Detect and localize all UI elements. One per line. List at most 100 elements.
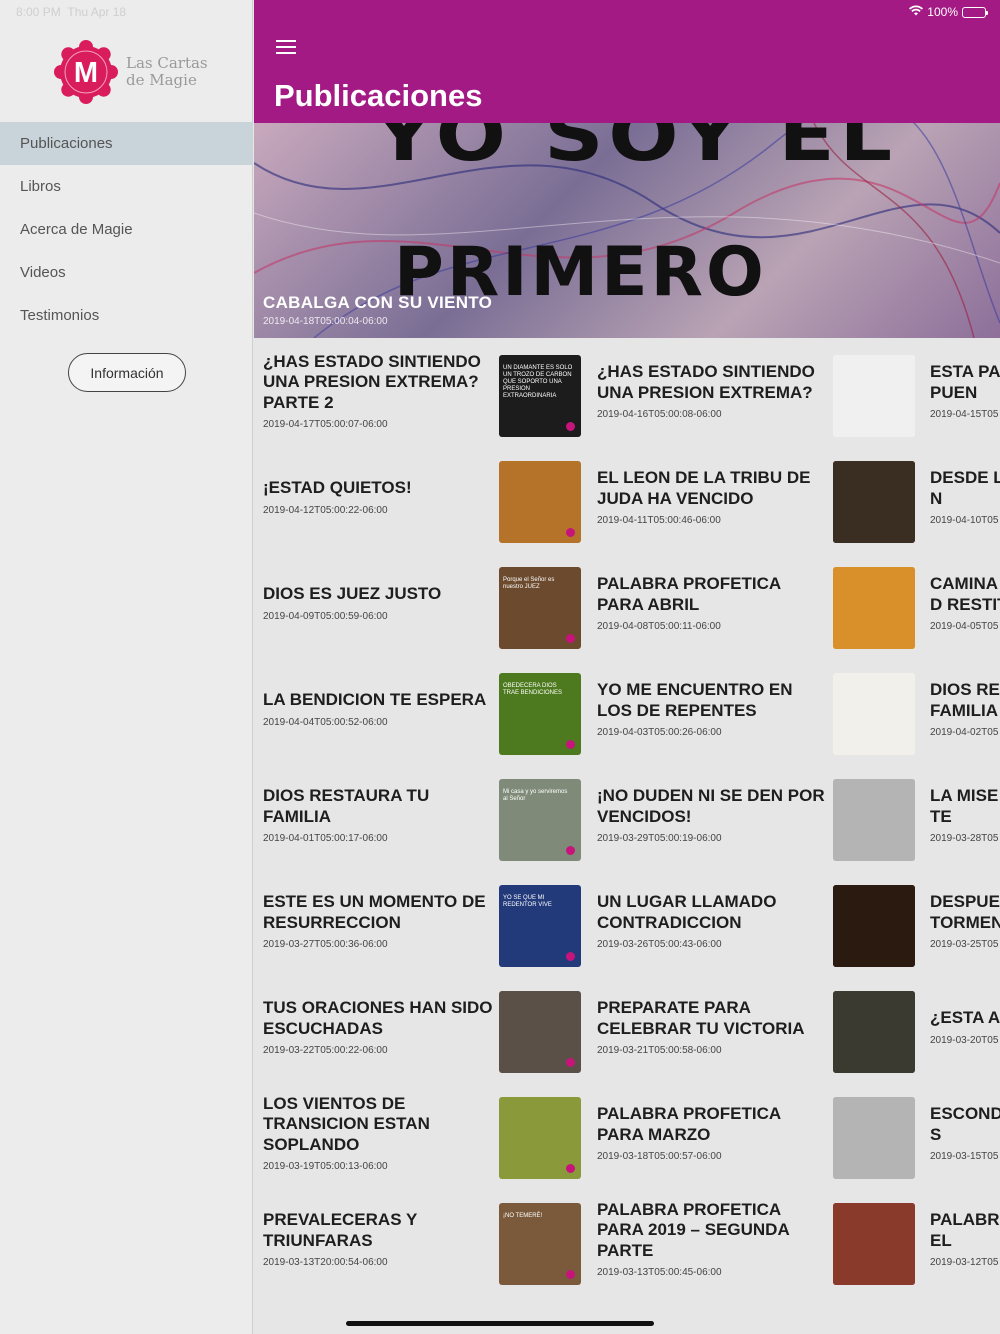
sidebar-item-publicaciones[interactable]: Publicaciones (0, 122, 253, 165)
post-date: 2019-04-15T05 (930, 409, 999, 420)
post-thumbnail[interactable]: OBEDECERA DIOS TRAE BENDICIONES (499, 673, 581, 755)
post-text: ESTA PA EL PUEN 2019-04-15T05 (930, 338, 1000, 444)
info-button[interactable]: Información (68, 353, 186, 392)
post-thumbnail[interactable]: UN DIAMANTE ES SOLO UN TROZO DE CARBON Q… (499, 355, 581, 437)
post-date: 2019-03-21T05:00:58-06:00 (597, 1045, 722, 1056)
post-text: DESDE L HACIA N 2019-04-10T05 (930, 444, 1000, 550)
post-title: PALABRA PROFETICA PARA MARZO (597, 1104, 781, 1144)
home-indicator (346, 1321, 654, 1326)
post-date: 2019-04-02T05 (930, 727, 999, 738)
post-thumbnail[interactable]: Porque el Señor es nuestro JUEZ (499, 567, 581, 649)
post-text: LOS VIENTOS DE TRANSICION ESTAN SOPLANDO… (263, 1080, 493, 1186)
post-thumbnail[interactable] (499, 1097, 581, 1179)
post-card[interactable]: ¡NO TEMERÉ! PREVALECERAS Y TRIUNFARAS 2019… (254, 1186, 588, 1292)
post-thumbnail[interactable] (833, 885, 915, 967)
post-title: LA BENDICION TE ESPERA (263, 690, 487, 710)
post-thumbnail[interactable]: Mi casa y yo serviremos al Señor (499, 779, 581, 861)
post-card[interactable]: CAMINA LUGAR D RESTITU 2019-04-05T05 (833, 550, 1000, 656)
post-thumbnail[interactable] (833, 991, 915, 1073)
sidebar-item-videos[interactable]: Videos (0, 251, 253, 294)
thumbnail-caption: ¡NO TEMERÉ! (503, 1213, 543, 1219)
post-title: DIOS RESTAURA TU FAMILIA (263, 786, 430, 826)
post-row: UN DIAMANTE ES SOLO UN TROZO DE CARBON Q… (254, 338, 1000, 444)
magie-badge-icon (566, 1164, 575, 1173)
thumbnail-caption: UN DIAMANTE ES SOLO UN TROZO DE CARBON Q… (503, 365, 573, 399)
post-card[interactable]: LA MISE DIOS TE 2019-03-28T05 (833, 762, 1000, 868)
post-card[interactable]: PALABR PARA EL 2019-03-12T05 (833, 1186, 1000, 1292)
post-card[interactable]: TUS ORACIONES HAN SIDO ESCUCHADAS 2019-03… (254, 974, 588, 1080)
post-card[interactable]: UN DIAMANTE ES SOLO UN TROZO DE CARBON Q… (254, 338, 588, 444)
main-content: Publicaciones YO SOY EL PRIMERO CABALGA … (254, 0, 1000, 1334)
post-row: LOS VIENTOS DE TRANSICION ESTAN SOPLANDO… (254, 1080, 1000, 1186)
post-row: ¡ESTAD QUIETOS! 2019-04-12T05:00:22-06:00… (254, 444, 1000, 550)
post-date: 2019-03-26T05:00:43-06:00 (597, 939, 722, 950)
post-thumbnail[interactable]: ¡NO TEMERÉ! (499, 1203, 581, 1285)
featured-post[interactable]: YO SOY EL PRIMERO CABALGA CON SU VIENTO … (254, 123, 1000, 338)
post-card[interactable]: LOS VIENTOS DE TRANSICION ESTAN SOPLANDO… (254, 1080, 588, 1186)
post-date: 2019-04-03T05:00:26-06:00 (597, 727, 722, 738)
post-text: UN LUGAR LLAMADO CONTRADICCION 2019-03-26… (597, 868, 827, 974)
post-title: YO ME ENCUENTRO EN LOS DE REPENTES (597, 680, 793, 720)
sidebar-item-testimonios[interactable]: Testimonios (0, 294, 253, 337)
post-card[interactable]: Porque el Señor es nuestro JUEZ DIOS ES J… (254, 550, 588, 656)
post-date: 2019-04-04T05:00:52-06:00 (263, 716, 388, 728)
post-row: OBEDECERA DIOS TRAE BENDICIONES LA BENDIC… (254, 656, 1000, 762)
svg-text:M: M (74, 57, 98, 89)
post-text: TUS ORACIONES HAN SIDO ESCUCHADAS 2019-03… (263, 974, 493, 1080)
post-date: 2019-04-08T05:00:11-06:00 (597, 621, 721, 632)
sidebar-item-libros[interactable]: Libros (0, 165, 253, 208)
thumbnail-caption: OBEDECERA DIOS TRAE BENDICIONES (503, 683, 563, 696)
post-date: 2019-04-16T05:00:08-06:00 (597, 409, 722, 420)
post-card[interactable]: OBEDECERA DIOS TRAE BENDICIONES LA BENDIC… (254, 656, 588, 762)
wifi-icon (909, 5, 924, 19)
battery-label: 100% (927, 5, 958, 19)
app-logo[interactable]: M Las Cartas de Magie (54, 40, 208, 104)
post-title: ESCOND LUGAR S (930, 1104, 1000, 1144)
status-time: 8:00 PM Thu Apr 18 (16, 5, 127, 19)
post-thumbnail[interactable] (833, 355, 915, 437)
post-thumbnail[interactable] (833, 461, 915, 543)
post-card[interactable]: ESTA PA EL PUEN 2019-04-15T05 (833, 338, 1000, 444)
post-text: ESCOND LUGAR S 2019-03-15T05 (930, 1080, 1000, 1186)
post-row: YO SE QUE MI REDENTOR VIVE ESTE ES UN MOM… (254, 868, 1000, 974)
post-card[interactable]: DIOS RE FAMILIA 2019-04-02T05 (833, 656, 1000, 762)
post-title: DESPUE TORMEN CALMA (930, 892, 1000, 932)
post-thumbnail[interactable] (499, 461, 581, 543)
thumbnail-caption: YO SE QUE MI REDENTOR VIVE (503, 895, 552, 908)
post-title: UN LUGAR LLAMADO CONTRADICCION (597, 892, 777, 932)
post-card[interactable]: Mi casa y yo serviremos al Señor DIOS RES… (254, 762, 588, 868)
post-card[interactable]: ESCOND LUGAR S 2019-03-15T05 (833, 1080, 1000, 1186)
magie-badge-icon (566, 422, 575, 431)
post-text: ¡ESTAD QUIETOS! 2019-04-12T05:00:22-06:00 (263, 444, 493, 550)
post-text: PALABRA PROFETICA PARA ABRIL 2019-04-08T0… (597, 550, 827, 656)
post-card[interactable]: DESDE L HACIA N 2019-04-10T05 (833, 444, 1000, 550)
post-title: ¡ESTAD QUIETOS! (263, 478, 412, 498)
post-thumbnail[interactable] (833, 1203, 915, 1285)
post-card[interactable]: ¿ESTA A TU COR 2019-03-20T05 (833, 974, 1000, 1080)
magie-badge-icon (566, 952, 575, 961)
post-card[interactable]: DESPUE TORMEN CALMA 2019-03-25T05 (833, 868, 1000, 974)
post-card[interactable]: ¡ESTAD QUIETOS! 2019-04-12T05:00:22-06:00 (254, 444, 588, 550)
post-text: YO ME ENCUENTRO EN LOS DE REPENTES 2019-0… (597, 656, 827, 762)
post-thumbnail[interactable] (833, 567, 915, 649)
post-date: 2019-04-12T05:00:22-06:00 (263, 504, 388, 516)
sidebar-item-acerca[interactable]: Acerca de Magie (0, 208, 253, 251)
post-date: 2019-03-27T05:00:36-06:00 (263, 939, 388, 950)
post-thumbnail[interactable] (833, 673, 915, 755)
post-thumbnail[interactable] (499, 991, 581, 1073)
page-title: Publicaciones (274, 78, 483, 113)
post-date: 2019-04-09T05:00:59-06:00 (263, 610, 388, 622)
magie-badge-icon (566, 528, 575, 537)
post-text: LA BENDICION TE ESPERA 2019-04-04T05:00:5… (263, 656, 493, 762)
post-row: Mi casa y yo serviremos al Señor DIOS RES… (254, 762, 1000, 868)
post-thumbnail[interactable] (833, 779, 915, 861)
post-row: Porque el Señor es nuestro JUEZ DIOS ES J… (254, 550, 1000, 656)
post-text: EL LEON DE LA TRIBU DE JUDA HA VENCIDO 20… (597, 444, 827, 550)
post-thumbnail[interactable] (833, 1097, 915, 1179)
post-title: ESTA PA EL PUEN (930, 362, 1000, 402)
post-title: ¿HAS ESTADO SINTIENDO UNA PRESION EXTREM… (597, 362, 815, 402)
post-card[interactable]: YO SE QUE MI REDENTOR VIVE ESTE ES UN MOM… (254, 868, 588, 974)
thumbnail-caption: Porque el Señor es nuestro JUEZ (503, 577, 555, 590)
post-thumbnail[interactable]: YO SE QUE MI REDENTOR VIVE (499, 885, 581, 967)
hamburger-menu-icon[interactable] (276, 40, 296, 55)
